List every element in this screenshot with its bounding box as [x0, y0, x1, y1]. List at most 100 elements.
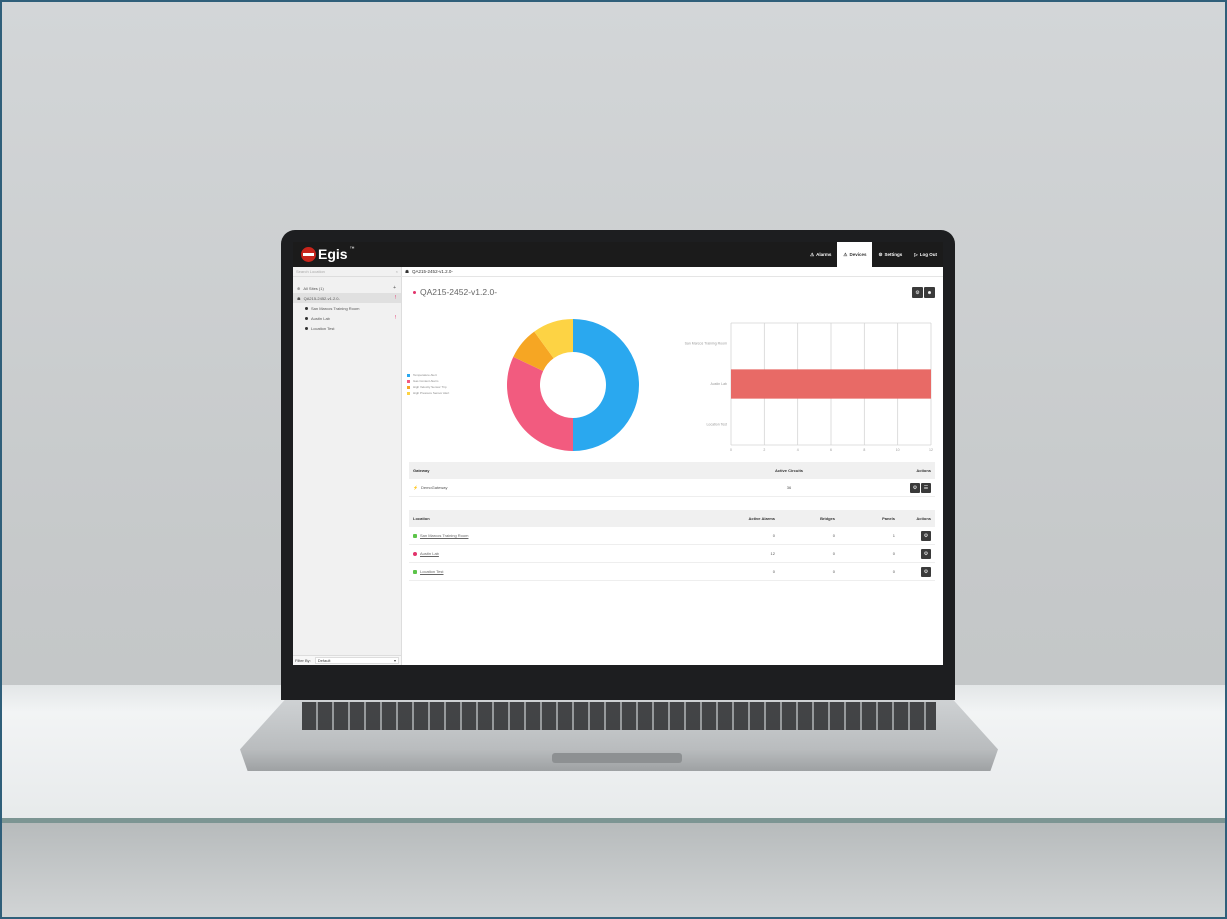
location-settings-button[interactable]: ⚙ [921, 548, 931, 559]
header-location: Location [413, 516, 430, 521]
legend-swatch [407, 379, 410, 383]
x-tick-label: 8 [863, 448, 865, 452]
sidebar-item-san-marcos[interactable]: San Marcos Training Room [293, 303, 401, 313]
breadcrumb: ☗ QA215-2452-v1.2.0- [401, 267, 943, 277]
gear-icon: ⚙ [923, 532, 929, 539]
gateway-icon: ⚡ [413, 485, 418, 490]
legend-label: Gas Content Alarm [413, 379, 439, 383]
location-settings-button[interactable]: ⚙ [921, 566, 931, 577]
nav-alarms[interactable]: ⚠ Alarms [804, 242, 837, 267]
alert-status-dot [413, 290, 416, 294]
y-category-label: Location Test [706, 423, 727, 427]
gear-icon: ⚙ [912, 484, 918, 491]
panels-cell: 0 [892, 551, 895, 556]
alarms-cell: 0 [772, 569, 775, 574]
nav-settings-label: Settings [884, 252, 903, 257]
app-screen: Egis ™ ⚠ Alarms ⚠ Devices ⚙ Settings ▷ L… [293, 242, 943, 665]
laptop-keyboard [302, 702, 936, 730]
x-tick-label: 2 [763, 448, 765, 452]
donut-slice[interactable] [507, 356, 573, 451]
location-settings-button[interactable]: ⚙ [921, 530, 931, 541]
filter-select[interactable]: Default ▾ [314, 657, 399, 664]
list-icon: ☰ [923, 484, 929, 491]
sidebar-item-label: San Marcos Training Room [311, 305, 360, 311]
header-actions: Actions [916, 468, 931, 473]
bridges-cell: 0 [832, 551, 835, 556]
alarm-type-donut-chart [507, 319, 639, 451]
nav-devices[interactable]: ⚠ Devices [837, 242, 873, 267]
location-table: Location Active Alarms Bridges Panels Ac… [409, 510, 935, 581]
location-icon [305, 306, 308, 310]
legend-label: High Velocity Sensor Trip [413, 385, 447, 389]
site-users-button[interactable]: ☻ [924, 287, 935, 298]
table-row: ⚡ DemoGateway 36 ⚙ ☰ [409, 479, 935, 497]
shelf-shadow [2, 823, 1225, 917]
x-tick-label: 0 [730, 448, 732, 452]
sidebar-item-label: QA215-2452-v1.2.0- [303, 295, 340, 301]
logout-icon: ▷ [914, 251, 918, 257]
header-bridges: Bridges [820, 516, 835, 521]
location-link[interactable]: San Marcos Training Room [420, 533, 468, 538]
x-tick-label: 10 [896, 448, 900, 452]
logo-trademark: ™ [349, 246, 355, 252]
gateway-actions: ⚙ ☰ [849, 482, 935, 493]
y-category-label: Austin Lab [710, 382, 727, 386]
sidebar-item-label: Location Test [311, 325, 335, 331]
gateway-table: Gateway Active Circuits Actions ⚡ DemoGa… [409, 462, 935, 497]
legend-label: Temperature Alert [413, 373, 437, 377]
location-search[interactable]: Search Location × [293, 267, 401, 277]
location-link[interactable]: Austin Lab [420, 551, 439, 556]
search-input[interactable]: Search Location [296, 269, 325, 274]
gear-icon: ⚙ [923, 550, 929, 557]
table-header: Location Active Alarms Bridges Panels Ac… [409, 510, 935, 527]
legend-swatch [407, 373, 410, 377]
top-navbar: Egis ™ ⚠ Alarms ⚠ Devices ⚙ Settings ▷ L… [293, 242, 943, 267]
location-icon [305, 316, 308, 320]
gateway-settings-button[interactable]: ⚙ [910, 482, 920, 493]
filter-label: Filter By: [295, 658, 311, 663]
main-nav: ⚠ Alarms ⚠ Devices ⚙ Settings ▷ Log Out [804, 242, 943, 267]
chevron-down-icon: ▾ [393, 658, 396, 663]
gateway-name-cell: ⚡ DemoGateway [409, 485, 729, 490]
site-settings-button[interactable]: ⚙ [912, 287, 923, 298]
page-title-text: QA215-2452-v1.2.0- [420, 287, 498, 297]
x-tick-label: 6 [830, 448, 832, 452]
alarms-cell: 0 [772, 533, 775, 538]
nav-logout[interactable]: ▷ Log Out [908, 242, 943, 267]
gear-icon: ⚙ [878, 251, 883, 257]
sidebar-item-site[interactable]: ☗ QA215-2452-v1.2.0- ! [293, 293, 401, 303]
gateway-circuits: 36 [786, 485, 792, 490]
donut-slice[interactable] [573, 319, 639, 451]
sidebar: Search Location × ⊕ All Sites (1) + ☗ QA… [293, 267, 402, 665]
main-content: ☗ QA215-2452-v1.2.0- QA215-2452-v1.2.0- … [401, 267, 943, 665]
donut-legend: Temperature Alert Gas Content Alarm High… [407, 372, 449, 396]
bar[interactable] [731, 369, 931, 399]
filter-value: Default [317, 658, 331, 663]
status-ok-icon [413, 533, 417, 538]
location-link[interactable]: Location Test [420, 569, 444, 574]
panels-cell: 1 [892, 533, 895, 538]
table-header: Gateway Active Circuits Actions [409, 462, 935, 479]
sidebar-item-location-test[interactable]: Location Test [293, 323, 401, 333]
gateway-list-button[interactable]: ☰ [921, 482, 931, 493]
sidebar-item-label: Austin Lab [311, 315, 330, 321]
panels-cell: 0 [892, 569, 895, 574]
title-actions: ⚙ ☻ [912, 287, 935, 298]
nav-settings[interactable]: ⚙ Settings [872, 242, 908, 267]
actions-cell: ⚙ [899, 548, 935, 559]
table-row: Location Test 0 0 0 ⚙ [409, 563, 935, 581]
clear-search-icon[interactable]: × [396, 269, 398, 274]
alarms-by-location-bar-chart: San Marcos Training Room Austin Lab Locati… [685, 322, 933, 452]
legend-swatch [407, 385, 410, 389]
breadcrumb-text[interactable]: QA215-2452-v1.2.0- [412, 269, 453, 274]
egis-logo[interactable]: Egis ™ [301, 246, 355, 262]
sidebar-item-all-sites[interactable]: ⊕ All Sites (1) + [293, 283, 401, 293]
add-site-icon[interactable]: + [393, 285, 396, 291]
site-icon: ☗ [405, 268, 410, 274]
photo-frame: Egis ™ ⚠ Alarms ⚠ Devices ⚙ Settings ▷ L… [0, 0, 1227, 919]
header-actions: Actions [916, 516, 931, 521]
gear-icon: ⚙ [923, 568, 929, 575]
sidebar-item-austin-lab[interactable]: Austin Lab ! [293, 313, 401, 323]
table-row: San Marcos Training Room 0 0 1 ⚙ [409, 527, 935, 545]
laptop-trackpad [552, 753, 682, 763]
